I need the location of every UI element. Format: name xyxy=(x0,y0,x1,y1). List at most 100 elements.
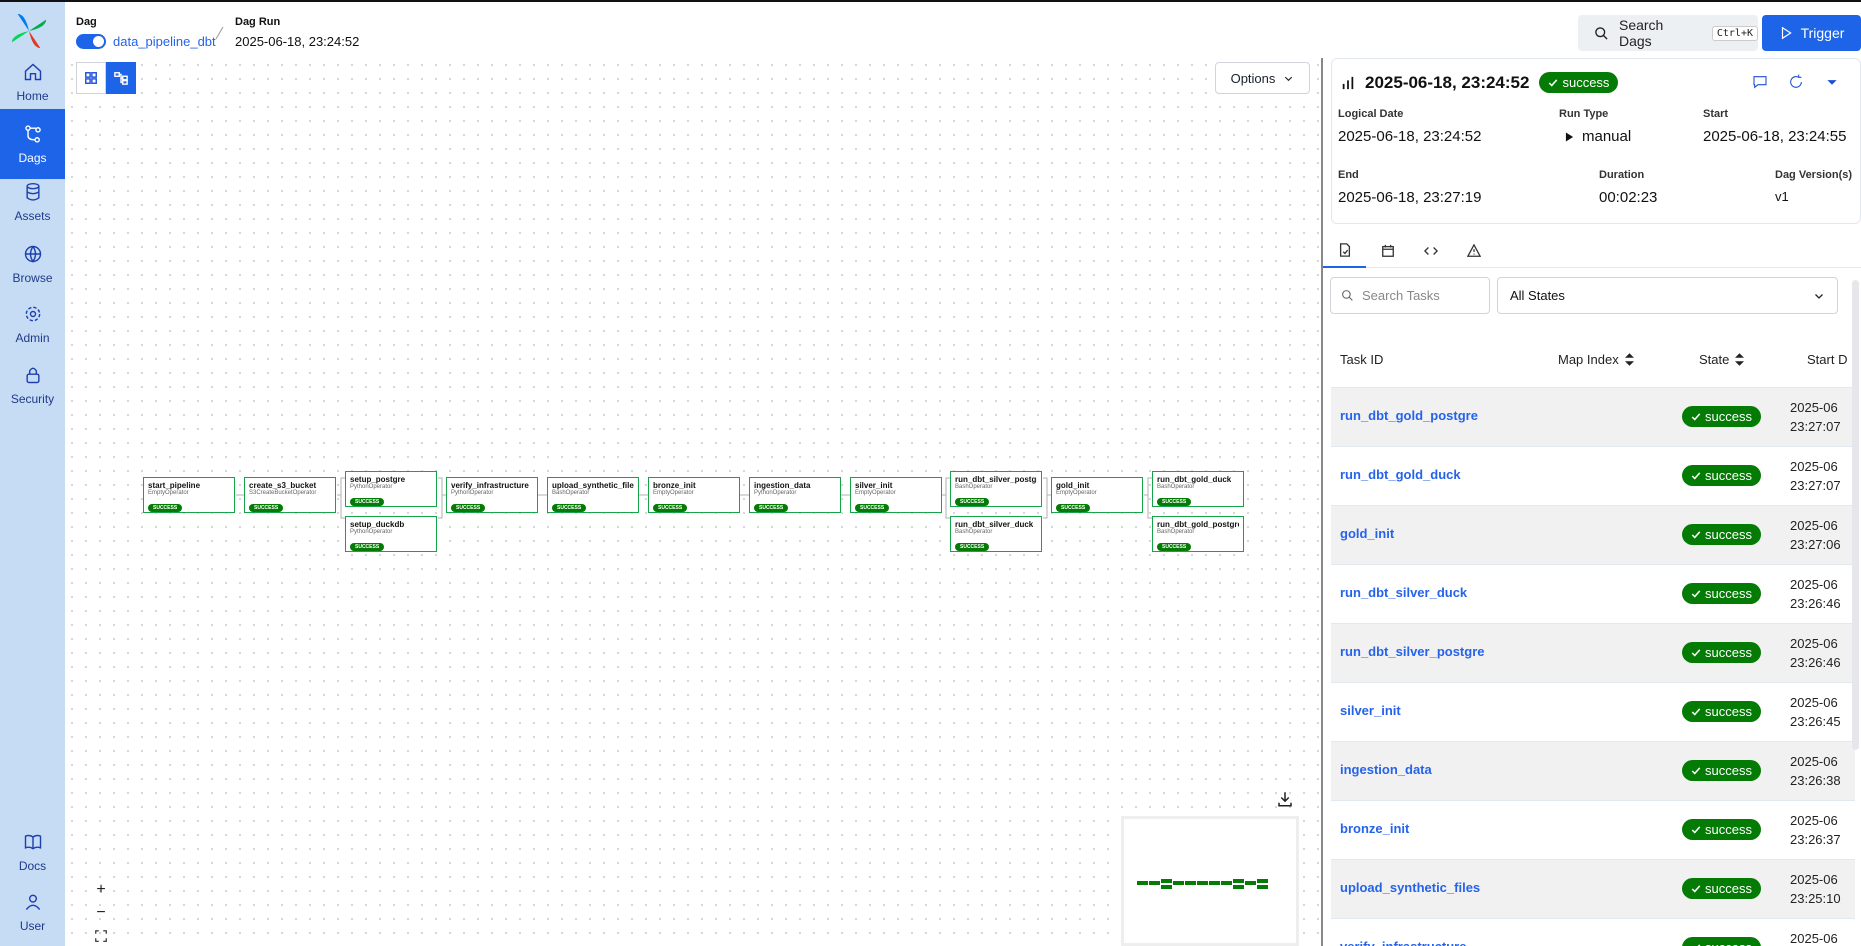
node-operator: BashOperator xyxy=(552,490,590,496)
start-date-line: 2025-06 xyxy=(1790,400,1838,415)
graph-node[interactable]: create_s3_bucket S3CreateBucketOperator … xyxy=(244,477,336,513)
zoom-out-button[interactable]: − xyxy=(88,902,114,924)
start-time-line: 23:26:46 xyxy=(1790,655,1841,670)
graph-node[interactable]: silver_init EmptyOperator success xyxy=(850,477,942,513)
search-icon xyxy=(1342,290,1353,301)
download-icon[interactable] xyxy=(1276,790,1294,808)
check-icon xyxy=(1691,766,1701,775)
status-badge: success xyxy=(1682,406,1761,427)
task-id-link[interactable]: run_dbt_gold_duck xyxy=(1340,467,1461,482)
end-field: End 2025-06-18, 23:27:19 xyxy=(1338,169,1481,206)
column-map-index[interactable]: Map Index xyxy=(1558,352,1634,367)
tab-events[interactable] xyxy=(1366,234,1409,268)
node-name: verify_infrastructure xyxy=(451,481,529,490)
status-badge-text: success xyxy=(1705,586,1752,601)
graph-node[interactable]: run_dbt_silver_postgre BashOperator succ… xyxy=(950,471,1042,507)
check-icon xyxy=(1691,884,1701,893)
graph-node[interactable]: upload_synthetic_files BashOperator succ… xyxy=(547,477,639,513)
refresh-icon[interactable] xyxy=(1788,74,1804,90)
search-icon xyxy=(1595,26,1608,40)
field-value: 2025-06-18, 23:27:19 xyxy=(1338,189,1482,206)
table-row[interactable]: verify_infrastructure success 2025-06 xyxy=(1331,919,1855,946)
task-id-link[interactable]: verify_infrastructure xyxy=(1340,939,1466,946)
task-id-link[interactable]: run_dbt_gold_postgre xyxy=(1340,408,1478,423)
comment-icon[interactable] xyxy=(1752,74,1768,90)
tab-warnings[interactable] xyxy=(1452,234,1495,268)
graph-node[interactable]: bronze_init EmptyOperator success xyxy=(648,477,740,513)
status-badge: success xyxy=(1682,878,1761,899)
node-state-badge: success xyxy=(754,504,789,512)
node-operator: BashOperator xyxy=(955,484,993,490)
graph-node[interactable]: run_dbt_gold_duck BashOperator success xyxy=(1152,471,1244,507)
node-operator: BashOperator xyxy=(955,529,993,535)
graph-node[interactable]: gold_init EmptyOperator success xyxy=(1051,477,1143,513)
trigger-button[interactable]: Trigger xyxy=(1762,15,1861,51)
start-time-line: 23:26:37 xyxy=(1790,832,1841,847)
graph-node[interactable]: setup_postgre PythonOperator success xyxy=(345,471,437,507)
node-operator: PythonOperator xyxy=(350,529,393,535)
node-name: create_s3_bucket xyxy=(249,481,317,490)
start-date-cell: 2025-06 23:26:46 xyxy=(1790,634,1841,672)
graph-node[interactable]: setup_duckdb PythonOperator success xyxy=(345,516,437,552)
start-field: Start 2025-06-18, 23:24:55 xyxy=(1703,108,1846,145)
task-table-scrollbar[interactable] xyxy=(1852,280,1859,750)
task-id-link[interactable]: ingestion_data xyxy=(1340,762,1432,777)
zoom-in-button[interactable]: + xyxy=(88,879,114,901)
start-date-line: 2025-06 xyxy=(1790,459,1838,474)
table-row[interactable]: run_dbt_silver_postgre success 2025-06 23:2… xyxy=(1331,624,1855,683)
status-badge-text: success xyxy=(1705,704,1752,719)
status-badge-text: success xyxy=(1705,645,1752,660)
check-icon xyxy=(1691,530,1701,539)
table-row[interactable]: upload_synthetic_files success 2025-06 23:2… xyxy=(1331,860,1855,919)
search-dags-button[interactable]: Search Dags Ctrl+K xyxy=(1578,15,1758,51)
table-row[interactable]: bronze_init success 2025-06 23:26:37 xyxy=(1331,801,1855,860)
task-id-link[interactable]: run_dbt_silver_duck xyxy=(1340,585,1467,600)
column-start-date[interactable]: Start D xyxy=(1807,352,1847,367)
graph-node[interactable]: start_pipeline EmptyOperator success xyxy=(143,477,235,513)
node-operator: PythonOperator xyxy=(754,490,797,496)
status-badge-text: success xyxy=(1705,409,1752,424)
status-badge: success xyxy=(1682,819,1761,840)
graph-node[interactable]: ingestion_data PythonOperator success xyxy=(749,477,841,513)
table-row[interactable]: silver_init success 2025-06 23:26:45 xyxy=(1331,683,1855,742)
table-row[interactable]: run_dbt_gold_postgre success 2025-06 23:27:… xyxy=(1331,388,1855,447)
node-state-badge: success xyxy=(1056,504,1091,512)
column-task-id[interactable]: Task ID xyxy=(1340,352,1383,367)
task-id-link[interactable]: silver_init xyxy=(1340,703,1401,718)
fit-view-button[interactable] xyxy=(88,925,114,946)
start-date-cell: 2025-06 23:26:38 xyxy=(1790,752,1841,790)
node-state-badge: success xyxy=(552,504,587,512)
status-badge-text: success xyxy=(1705,940,1752,946)
table-row[interactable]: run_dbt_gold_duck success 2025-06 23:27:07 xyxy=(1331,447,1855,506)
run-actions xyxy=(1752,74,1840,90)
field-label: Start xyxy=(1703,108,1729,120)
task-id-link[interactable]: gold_init xyxy=(1340,526,1394,541)
column-state[interactable]: State xyxy=(1699,352,1745,367)
tab-task-instances[interactable] xyxy=(1323,234,1366,268)
node-state-badge: success xyxy=(855,504,890,512)
field-label: Duration xyxy=(1599,169,1645,181)
graph-edges xyxy=(236,477,1152,519)
task-id-link[interactable]: run_dbt_silver_postgre xyxy=(1340,644,1485,659)
task-id-link[interactable]: upload_synthetic_files xyxy=(1340,880,1480,895)
start-date-line: 2025-06 xyxy=(1790,813,1838,828)
sort-icon xyxy=(1735,353,1745,366)
graph-node[interactable]: verify_infrastructure PythonOperator suc… xyxy=(446,477,538,513)
tab-code[interactable] xyxy=(1409,234,1452,268)
status-badge-text: success xyxy=(1705,468,1752,483)
table-row[interactable]: ingestion_data success 2025-06 23:26:38 xyxy=(1331,742,1855,801)
state-filter-select[interactable]: All States xyxy=(1497,277,1838,314)
field-label: Logical Date xyxy=(1338,108,1404,120)
table-row[interactable]: gold_init success 2025-06 23:27:06 xyxy=(1331,506,1855,565)
search-tasks-input[interactable]: Search Tasks xyxy=(1330,277,1490,314)
check-icon xyxy=(1691,707,1701,716)
graph-node[interactable]: run_dbt_silver_duck BashOperator success xyxy=(950,516,1042,552)
graph-node[interactable]: run_dbt_gold_postgre BashOperator succes… xyxy=(1152,516,1244,552)
start-date-line: 2025-06 xyxy=(1790,577,1838,592)
fit-view-icon xyxy=(95,930,107,942)
task-id-link[interactable]: bronze_init xyxy=(1340,821,1409,836)
table-row[interactable]: run_dbt_silver_duck success 2025-06 23:26:4… xyxy=(1331,565,1855,624)
minimap[interactable] xyxy=(1121,816,1299,946)
caret-down-icon[interactable] xyxy=(1824,74,1840,90)
run-type-field: Run Type manual xyxy=(1559,108,1631,145)
